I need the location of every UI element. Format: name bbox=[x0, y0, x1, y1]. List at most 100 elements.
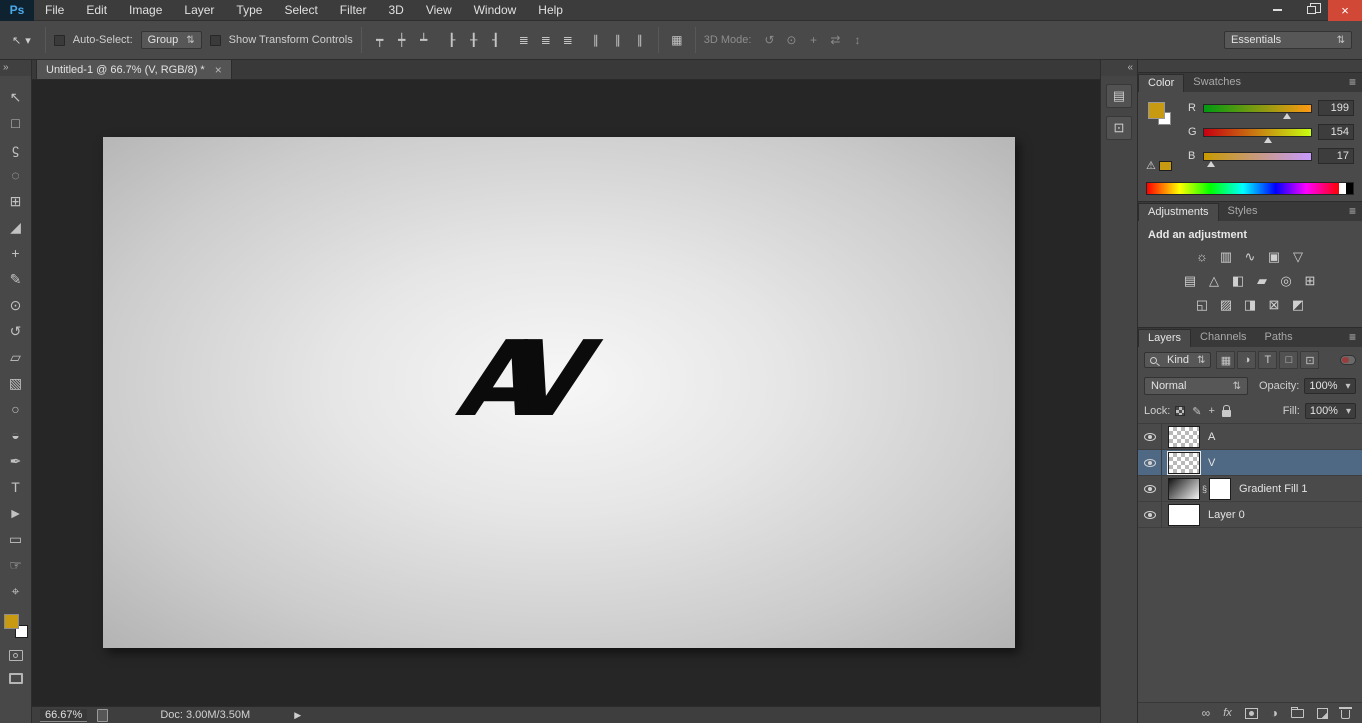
align-left-edges-icon[interactable]: ┠ bbox=[442, 30, 462, 50]
hand-tool[interactable]: ☞ bbox=[2, 552, 30, 578]
3d-slide-icon[interactable]: ⇄ bbox=[825, 30, 845, 50]
filter-shape-layers-icon[interactable]: □ bbox=[1279, 351, 1298, 369]
filter-smart-objects-icon[interactable]: ⊡ bbox=[1300, 351, 1319, 369]
layer-row-layer0[interactable]: Layer 0 bbox=[1138, 502, 1362, 528]
white-ramp-swatch[interactable] bbox=[1339, 183, 1346, 194]
rectangle-tool[interactable]: ▭ bbox=[2, 526, 30, 552]
brightness-contrast-icon[interactable]: ☼ bbox=[1192, 247, 1213, 266]
history-brush-tool[interactable]: ↺ bbox=[2, 318, 30, 344]
visibility-cell[interactable] bbox=[1138, 476, 1162, 501]
link-layers-icon[interactable]: ∞ bbox=[1202, 706, 1211, 720]
layer-style-icon[interactable]: fx bbox=[1223, 707, 1232, 719]
red-slider-thumb[interactable] bbox=[1283, 113, 1291, 119]
quick-mask-button[interactable] bbox=[9, 650, 23, 661]
distribute-bottom-edges-icon[interactable]: ≣ bbox=[558, 30, 578, 50]
opacity-dropdown[interactable]: 100% ▾ bbox=[1304, 378, 1355, 394]
filter-type-layers-icon[interactable]: T bbox=[1258, 351, 1277, 369]
layer-thumbnail[interactable] bbox=[1168, 452, 1200, 474]
invert-icon[interactable]: ◱ bbox=[1192, 295, 1213, 314]
layer-row-v[interactable]: V bbox=[1138, 450, 1362, 476]
align-horizontal-centers-icon[interactable]: ╂ bbox=[464, 30, 484, 50]
menu-help[interactable]: Help bbox=[527, 0, 574, 21]
align-right-edges-icon[interactable]: ┨ bbox=[486, 30, 506, 50]
vibrance-icon[interactable]: ▽ bbox=[1288, 247, 1309, 266]
selective-color-icon[interactable]: ⊠ bbox=[1264, 295, 1285, 314]
lasso-tool[interactable]: ϛ bbox=[2, 136, 30, 162]
auto-align-layers-icon[interactable]: ▦ bbox=[667, 30, 687, 50]
pen-tool[interactable]: ✒ bbox=[2, 448, 30, 474]
tab-channels[interactable]: Channels bbox=[1191, 329, 1255, 347]
layer-thumbnail[interactable] bbox=[1168, 426, 1200, 448]
align-vertical-centers-icon[interactable]: ┿ bbox=[392, 30, 412, 50]
dodge-tool[interactable]: ◒ bbox=[2, 422, 30, 448]
delete-layer-icon[interactable] bbox=[1341, 710, 1350, 719]
distribute-top-edges-icon[interactable]: ≣ bbox=[514, 30, 534, 50]
lock-transparency-icon[interactable] bbox=[1175, 406, 1185, 416]
red-slider[interactable] bbox=[1203, 104, 1312, 113]
menu-layer[interactable]: Layer bbox=[173, 0, 225, 21]
panel-menu-icon[interactable]: ≡ bbox=[1343, 204, 1362, 221]
tools-panel-expander[interactable]: » bbox=[0, 60, 31, 76]
blue-value-field[interactable]: 17 bbox=[1318, 148, 1354, 164]
red-value-field[interactable]: 199 bbox=[1318, 100, 1354, 116]
blend-mode-dropdown[interactable]: Normal ⇅ bbox=[1144, 377, 1248, 395]
black-and-white-icon[interactable]: ◧ bbox=[1228, 271, 1249, 290]
blue-slider[interactable] bbox=[1203, 152, 1312, 161]
gradient-map-icon[interactable]: ◩ bbox=[1288, 295, 1309, 314]
visibility-cell[interactable] bbox=[1138, 424, 1162, 449]
curves-icon[interactable]: ∿ bbox=[1240, 247, 1261, 266]
distribute-left-edges-icon[interactable]: ∥ bbox=[586, 30, 606, 50]
expand-panels-button[interactable]: « bbox=[1101, 60, 1137, 76]
align-bottom-edges-icon[interactable]: ┷ bbox=[414, 30, 434, 50]
green-slider-thumb[interactable] bbox=[1264, 137, 1272, 143]
gradient-fill-thumbnail[interactable] bbox=[1168, 478, 1200, 500]
green-slider[interactable] bbox=[1203, 128, 1312, 137]
visibility-cell[interactable] bbox=[1138, 450, 1162, 475]
layer-mask-thumbnail[interactable] bbox=[1209, 478, 1231, 500]
new-adjustment-layer-icon[interactable]: ◑ bbox=[1271, 706, 1278, 720]
levels-icon[interactable]: ▥ bbox=[1216, 247, 1237, 266]
properties-panel-icon[interactable]: ⊡ bbox=[1106, 116, 1132, 140]
document-canvas[interactable]: AV bbox=[103, 137, 1015, 648]
hue-saturation-icon[interactable]: ▤ bbox=[1180, 271, 1201, 290]
green-value-field[interactable]: 154 bbox=[1318, 124, 1354, 140]
screen-mode-button[interactable] bbox=[9, 673, 23, 684]
tab-adjustments[interactable]: Adjustments bbox=[1138, 203, 1219, 221]
new-group-icon[interactable] bbox=[1291, 709, 1304, 718]
minimize-button[interactable] bbox=[1260, 0, 1294, 21]
tab-color[interactable]: Color bbox=[1138, 74, 1184, 92]
canvas-workspace[interactable]: AV bbox=[32, 81, 1100, 706]
visibility-cell[interactable] bbox=[1138, 502, 1162, 527]
lock-pixels-icon[interactable]: ✎ bbox=[1192, 405, 1201, 418]
gradient-tool[interactable]: ▧ bbox=[2, 370, 30, 396]
menu-window[interactable]: Window bbox=[463, 0, 528, 21]
gamut-swatch[interactable] bbox=[1159, 161, 1172, 171]
menu-type[interactable]: Type bbox=[225, 0, 273, 21]
color-spectrum-ramp[interactable] bbox=[1147, 183, 1339, 194]
tab-paths[interactable]: Paths bbox=[1256, 329, 1302, 347]
history-panel-icon[interactable]: ▤ bbox=[1106, 84, 1132, 108]
tab-swatches[interactable]: Swatches bbox=[1184, 74, 1250, 92]
3d-roll-icon[interactable]: ⊙ bbox=[781, 30, 801, 50]
panel-menu-icon[interactable]: ≡ bbox=[1343, 75, 1362, 92]
align-top-edges-icon[interactable]: ┯ bbox=[370, 30, 390, 50]
menu-3d[interactable]: 3D bbox=[377, 0, 414, 21]
close-button[interactable]: × bbox=[1328, 0, 1362, 21]
filter-adjustment-layers-icon[interactable]: ◑ bbox=[1237, 351, 1256, 369]
type-tool[interactable]: T bbox=[2, 474, 30, 500]
distribute-horizontal-centers-icon[interactable]: ∥ bbox=[608, 30, 628, 50]
lock-position-icon[interactable]: + bbox=[1209, 405, 1215, 417]
tab-layers[interactable]: Layers bbox=[1138, 329, 1191, 347]
distribute-vertical-centers-icon[interactable]: ≣ bbox=[536, 30, 556, 50]
foreground-color-swatch[interactable] bbox=[4, 614, 19, 629]
workspace-dropdown[interactable]: Essentials ⇅ bbox=[1224, 31, 1352, 49]
move-tool[interactable]: ↖ bbox=[2, 84, 30, 110]
blue-slider-thumb[interactable] bbox=[1207, 161, 1215, 167]
zoom-tool[interactable]: ⌖ bbox=[2, 578, 30, 604]
quick-selection-tool[interactable]: ◌ bbox=[2, 162, 30, 188]
menu-view[interactable]: View bbox=[415, 0, 463, 21]
menu-filter[interactable]: Filter bbox=[329, 0, 378, 21]
black-ramp-swatch[interactable] bbox=[1346, 183, 1353, 194]
posterize-icon[interactable]: ▨ bbox=[1216, 295, 1237, 314]
3d-drag-icon[interactable]: + bbox=[803, 30, 823, 50]
